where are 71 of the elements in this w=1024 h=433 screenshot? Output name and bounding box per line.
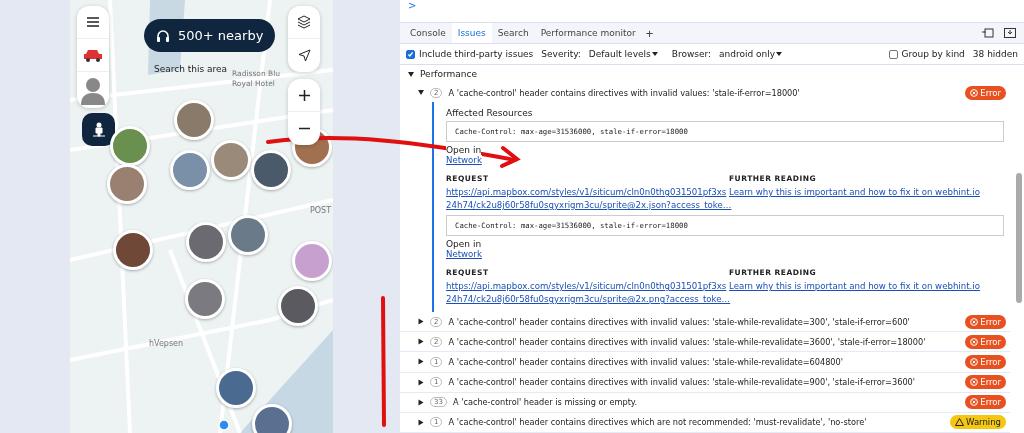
location-dot-icon (218, 419, 230, 431)
expand-arrow-icon[interactable] (408, 71, 414, 77)
webhint-link[interactable]: Learn why this is important and how to fix it on webhint.io (729, 186, 980, 200)
webhint-link[interactable]: Learn why this is important and how to fix it on webhint.io (729, 280, 980, 294)
browser-label: Browser: (671, 49, 712, 59)
photo-pin[interactable] (110, 126, 150, 166)
scrollbar-thumb[interactable] (1016, 173, 1022, 303)
issue-title[interactable]: A 'cache-control' header contains directives with invalid values: 'stale-if-error=18000' (448, 87, 960, 98)
issue-title[interactable]: A 'cache-control' header contains directives with invalid values: 'stale-while-revalidate=300', 'stale-if-error=600' (448, 316, 960, 327)
expand-arrow-icon[interactable] (418, 399, 424, 406)
checkbox[interactable] (888, 49, 898, 59)
request-url-link[interactable]: https://api.mapbox.com/styles/v1/siticum/cln0n0thg031501pf3xs (446, 280, 729, 294)
panel-tab[interactable]: Console (404, 23, 452, 43)
severity-badge: Error (965, 85, 1006, 100)
panel-tab[interactable]: Performance monitor (534, 23, 642, 43)
expand-arrow-icon[interactable] (418, 338, 424, 345)
caret-icon (651, 52, 658, 56)
open-in-label: Open in (446, 239, 482, 250)
photo-pin[interactable] (113, 230, 153, 270)
layers-icon (297, 15, 311, 29)
headphones-icon (156, 29, 170, 42)
drawer-icon[interactable] (1004, 28, 1016, 38)
photo-pin[interactable] (278, 286, 318, 326)
expand-arrow-icon[interactable] (418, 90, 424, 96)
browser-dropdown[interactable]: android only (719, 49, 783, 59)
panel-tab[interactable]: Issues (451, 23, 492, 43)
navigation-arrow-icon (297, 49, 311, 62)
severity-badge: Warning (950, 415, 1006, 430)
photo-pin[interactable] (251, 150, 291, 190)
checkbox[interactable] (406, 49, 415, 59)
issue-title[interactable]: A 'cache-control' header contains directives with invalid values: 'stale-while-revalidate=604800' (448, 357, 960, 367)
network-link[interactable]: Network (446, 155, 482, 166)
plus-icon (298, 89, 310, 101)
map-label: hVepsen (149, 339, 184, 348)
expand-arrow-icon[interactable] (418, 318, 424, 325)
affected-resources-label: Affected Resources (446, 108, 534, 119)
severity-badge: Error (965, 334, 1006, 349)
section-title[interactable]: Performance (420, 69, 478, 79)
expand-arrow-icon[interactable] (418, 359, 424, 365)
panel-tab[interactable]: Search (491, 23, 535, 43)
severity-label: Severity: (541, 49, 581, 59)
checkbox-label: Group by kind (901, 49, 965, 59)
issue-title[interactable]: A 'cache-control' header is missing or empty. (452, 397, 960, 408)
severity-badge: Error (965, 395, 1006, 410)
dock-icon[interactable] (982, 28, 994, 38)
expand-arrow-icon[interactable] (418, 419, 424, 426)
request-url-link[interactable]: https://api.mapbox.com/styles/v1/siticum/cln0n0thg031501pf3xs (446, 186, 729, 200)
person-icon (91, 121, 106, 138)
severity-badge: Error (965, 355, 1006, 369)
issue-title[interactable]: A 'cache-control' header contains directives with invalid values: 'stale-while-revalidate=3600', 'stale-if-error=18000' (448, 336, 960, 347)
request-url-link[interactable]: 24h74/ck2u8j60r58fu0sgyxrigm3cu/sprite@2x.png?access_toke… (446, 293, 729, 307)
issue-title[interactable]: A 'cache-control' header contains directives with invalid values: 'stale-while-revalidate=900', 'stale-if-error=3600' (448, 377, 960, 388)
console-prompt[interactable]: > (408, 0, 417, 11)
severity-badge: Error (965, 375, 1006, 390)
menu-icon (87, 17, 99, 27)
add-tab-button[interactable]: + (641, 25, 658, 41)
severity-badge: Error (965, 314, 1006, 329)
caret-icon (776, 52, 783, 56)
issue-title[interactable]: A 'cache-control' header contains directives which are not recommended: 'must-revalidate', 'no-store' (448, 417, 945, 428)
open-in-label: Open in (446, 145, 482, 156)
network-link[interactable]: Network (446, 249, 482, 260)
map-label: POST (310, 206, 332, 215)
request-url-link[interactable]: 24h74/ck2u8j60r58fu0sgyxrigm3cu/sprite@2x.json?access_toke… (446, 199, 729, 213)
expand-arrow-icon[interactable] (418, 379, 424, 386)
car-icon (83, 48, 103, 62)
hidden-count: 38 hidden (972, 49, 1018, 59)
person-pin-button[interactable] (82, 113, 115, 146)
severity-dropdown[interactable]: Default levels (588, 49, 658, 59)
search-area-link[interactable]: Search this area (154, 64, 228, 74)
nearby-button[interactable]: 500+ nearby (144, 19, 276, 52)
checkbox-label: Include third-party issues (419, 49, 534, 59)
